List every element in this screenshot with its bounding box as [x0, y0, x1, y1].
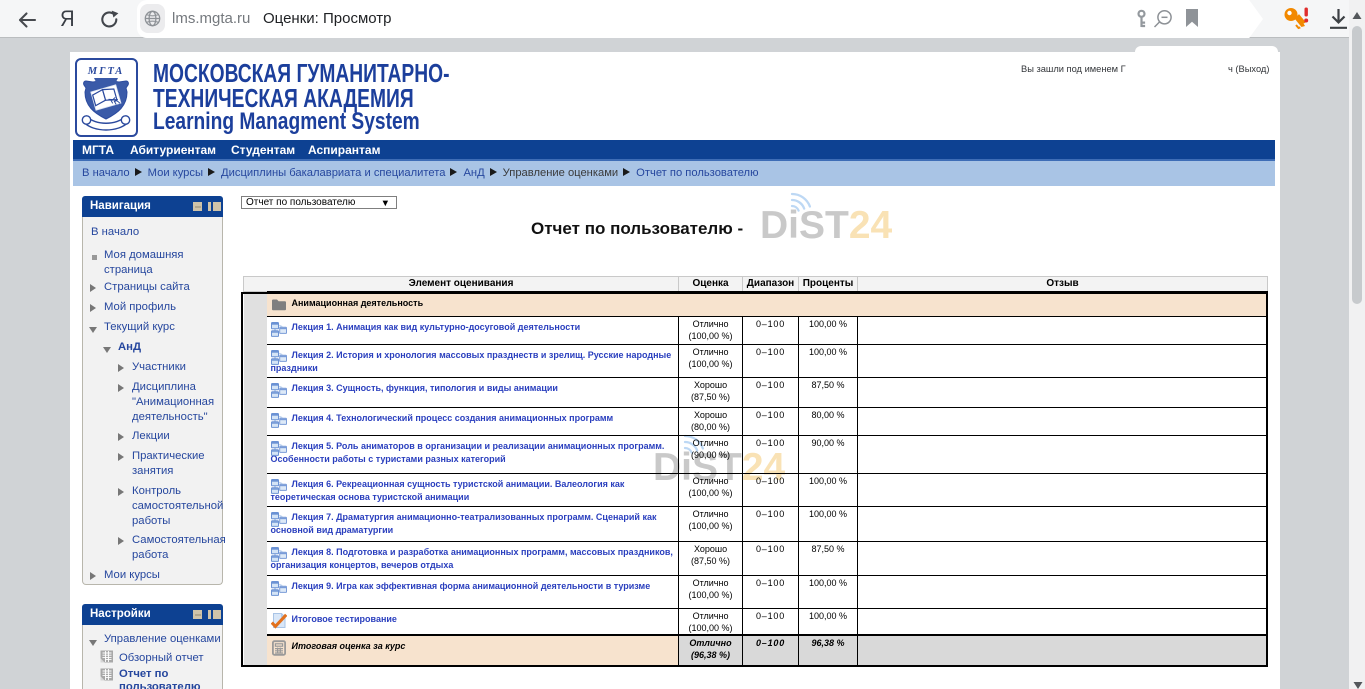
svg-text:МГТА: МГТА: [87, 66, 124, 77]
